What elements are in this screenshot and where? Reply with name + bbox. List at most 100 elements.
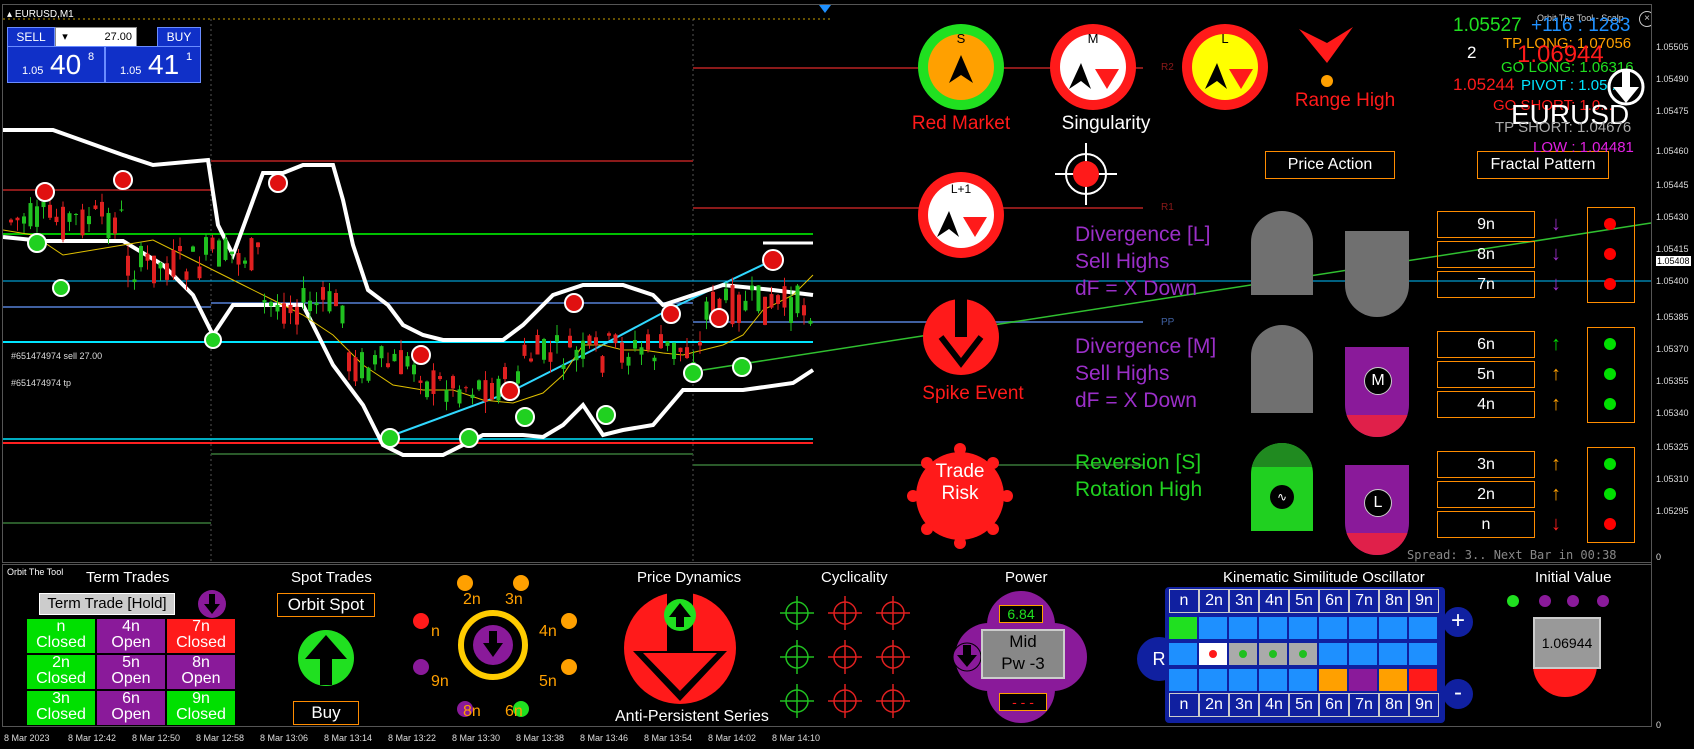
cycle-crosshair-icon	[876, 596, 910, 630]
term-trade-cell[interactable]: 8n Open	[167, 655, 235, 689]
candle-body	[600, 356, 605, 373]
candle-body	[737, 294, 741, 323]
lot-dropdown-icon[interactable]: ▾	[58, 28, 72, 46]
arrow-up-icon: ↑	[1551, 483, 1561, 505]
pivot-readout: PIVOT : 1.05...	[1521, 77, 1620, 94]
l1-icon: L+1	[918, 172, 1004, 258]
candle-body	[743, 300, 748, 311]
term-trade-cell[interactable]: 6n Open	[97, 691, 165, 725]
candle-body	[165, 263, 169, 280]
sell-price-button[interactable]: 1.05 40 8	[7, 46, 105, 83]
candle-body	[750, 285, 754, 291]
cyclicality-title: Cyclicality	[821, 569, 888, 586]
price-action-m-badge: M	[1345, 347, 1409, 437]
candle-body	[659, 334, 663, 349]
kso-cell	[1409, 669, 1437, 691]
candle-body	[301, 288, 306, 303]
orbit-spot-button[interactable]: Orbit Spot	[277, 593, 375, 617]
term-trade-cell[interactable]: 7n Closed	[167, 619, 235, 653]
price-tick: 1.05408	[1656, 256, 1691, 266]
ticks-readout: +116 : 1283	[1531, 15, 1631, 36]
trade-risk-label: Trade Risk	[935, 461, 985, 504]
cycle-crosshair-icon	[780, 596, 814, 630]
cycle-crosshair-icon	[876, 684, 910, 718]
arrow-up-icon: ↑	[1551, 453, 1561, 475]
candle-body	[145, 253, 150, 261]
buy-price-button[interactable]: 1.05 41 1	[105, 46, 201, 83]
candle-body	[470, 394, 475, 399]
fractal-row-label: 6n	[1437, 331, 1535, 358]
time-tick: 8 Mar 13:14	[324, 733, 373, 743]
spike-event-label: Spike Event	[922, 383, 1024, 404]
sell-button[interactable]: SELL	[7, 27, 55, 47]
candle-body	[256, 242, 260, 248]
kso-cell	[1169, 669, 1197, 691]
term-trade-cell[interactable]: 3n Closed	[27, 691, 95, 725]
candle-body	[594, 337, 598, 346]
order-tp-label: #651474974 tp	[11, 378, 72, 388]
candle-body	[314, 302, 319, 306]
candle-body	[15, 217, 20, 221]
title-icon: ▴	[7, 9, 13, 20]
price-tick: 1.05340	[1656, 408, 1689, 418]
candle-body	[184, 271, 189, 280]
time-tick: 8 Mar 2023	[4, 733, 50, 743]
cycle-crosshair-icon	[828, 684, 862, 718]
lot-size-input[interactable]: ▾ 27.00	[55, 27, 137, 47]
spot-buy-button[interactable]: Buy	[293, 701, 359, 725]
candle-body	[327, 291, 332, 312]
candle-body	[496, 378, 501, 401]
anti-persistent-label: Anti-Persistent Series	[615, 708, 769, 725]
kso-cell	[1289, 643, 1317, 665]
candle-body	[54, 216, 59, 223]
kso-header-cell: 5n	[1289, 589, 1319, 613]
shift-marker-icon[interactable]	[819, 5, 831, 15]
main-chart-window[interactable]: R2 R1 PP ▴ EURUSD,M1 SELL ▾ 27.00 BUY 1.…	[2, 4, 1652, 563]
kso-header-cell: 3n	[1229, 589, 1259, 613]
divergence-m-block: Divergence [M] Sell Highs dF = X Down	[1075, 335, 1217, 412]
kso-plus-button[interactable]: +	[1443, 607, 1473, 637]
candle-body	[74, 214, 78, 216]
kso-header-cell: 8n	[1379, 693, 1409, 717]
candle-body	[808, 320, 813, 324]
candle-body	[61, 206, 65, 240]
kso-header-cell: n	[1169, 589, 1199, 613]
price-tick: 1.05400	[1656, 276, 1689, 286]
candle-body	[106, 212, 111, 239]
candle-body	[613, 334, 618, 344]
buy-button[interactable]: BUY	[157, 27, 201, 47]
candle-body	[217, 240, 221, 267]
candle-body	[464, 387, 468, 389]
candle-body	[269, 301, 273, 307]
kso-header-cell: 8n	[1379, 589, 1409, 613]
candle-body	[158, 262, 163, 269]
time-tick: 8 Mar 14:02	[708, 733, 757, 743]
candle-body	[386, 363, 390, 368]
svg-text:L+1: L+1	[951, 182, 972, 196]
spread-status: Spread: 3.. Next Bar in 00:38	[1407, 548, 1617, 562]
m-singularity-icon: M	[1050, 24, 1136, 110]
term-trade-cell[interactable]: 2n Closed	[27, 655, 95, 689]
kso-header-cell: 2n	[1199, 693, 1229, 717]
term-trade-cell[interactable]: 4n Open	[97, 619, 165, 653]
kso-cell	[1409, 643, 1437, 665]
kso-cell	[1199, 617, 1227, 639]
candle-body	[9, 219, 13, 223]
candle-body	[230, 251, 234, 255]
term-trade-cell[interactable]: 9n Closed	[167, 691, 235, 725]
term-trade-cell[interactable]: 5n Open	[97, 655, 165, 689]
indicator-subwindow[interactable]: Orbit The Tool Term Trades Term Trade [H…	[2, 564, 1652, 727]
candle-body	[132, 279, 137, 283]
candle-body	[672, 342, 676, 359]
kso-minus-button[interactable]: -	[1443, 679, 1473, 709]
arrow-down-icon: ↓	[1551, 273, 1561, 295]
term-trade-cell[interactable]: n Closed	[27, 619, 95, 653]
power-dash-value: - - -	[999, 693, 1047, 711]
candle-body	[587, 335, 592, 345]
candle-body	[87, 216, 91, 225]
kso-dot	[1239, 650, 1247, 658]
candle-body	[113, 217, 117, 234]
candle-body	[646, 334, 650, 350]
candle-body	[633, 340, 637, 349]
term-trade-hold-button[interactable]: Term Trade [Hold]	[39, 593, 175, 615]
